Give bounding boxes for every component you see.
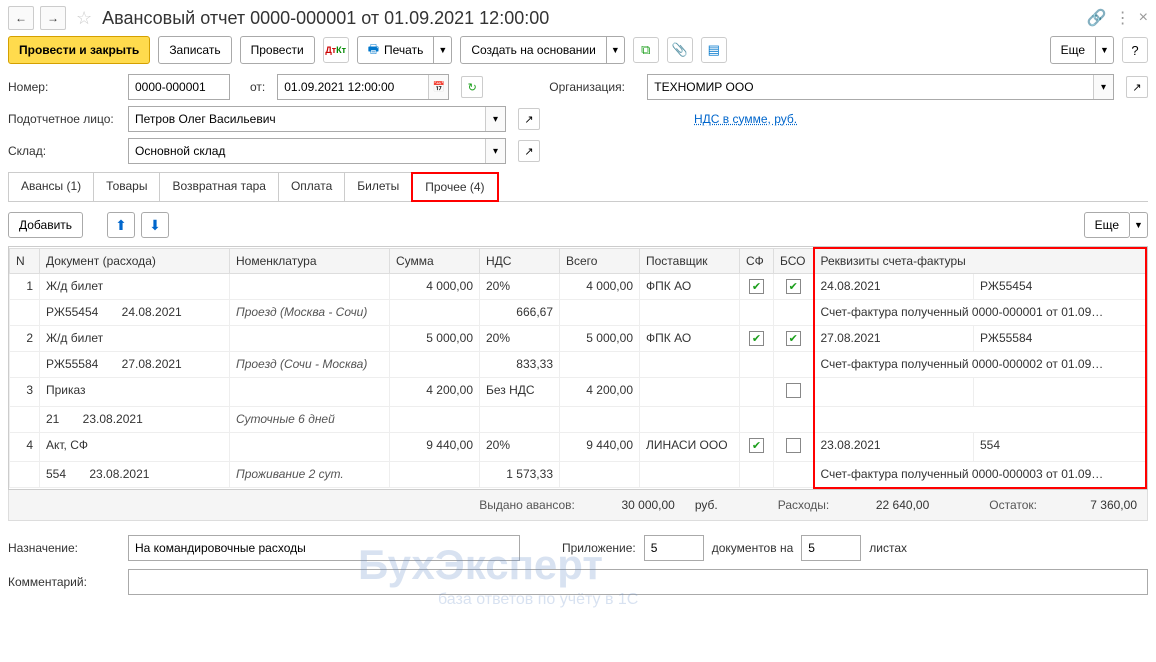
org-open-button[interactable]: ↗ [1126,76,1148,98]
link-icon[interactable]: 🔗 [1087,8,1107,28]
attach-icon-button[interactable]: 📎 [667,37,693,63]
warehouse-input[interactable] [129,139,485,163]
person-label: Подотчетное лицо: [8,112,120,126]
table-row-sub[interactable]: 554 23.08.2021 Проживание 2 сут. 1 573,3… [10,462,1147,488]
sheets-label: листах [869,541,907,555]
org-input[interactable] [648,75,1093,99]
col-total[interactable]: Всего [560,248,640,274]
number-input[interactable] [129,75,229,99]
person-open-button[interactable]: ↗ [518,108,540,130]
close-icon[interactable]: × [1139,9,1148,27]
nds-link[interactable]: НДС в сумме, руб. [694,112,797,126]
favorite-star-icon[interactable]: ☆ [72,8,96,29]
sub-more-dropdown[interactable]: ▼ [1130,212,1148,238]
tab-tickets[interactable]: Билеты [344,172,412,202]
sub-more-button[interactable]: Еще ▼ [1084,212,1148,238]
nav-fwd-button[interactable]: → [40,6,66,30]
org-dropdown-icon[interactable]: ▾ [1093,75,1113,99]
tab-other[interactable]: Прочее (4) [411,172,498,202]
warehouse-open-button[interactable]: ↗ [518,140,540,162]
col-sf[interactable]: СФ [740,248,774,274]
calendar-icon[interactable]: 📅 [428,75,448,99]
col-supplier[interactable]: Поставщик [640,248,740,274]
comment-input[interactable] [129,570,1147,594]
att-sheets-input[interactable] [802,536,860,560]
print-button-combo[interactable]: 🖶 Печать ▼ [357,36,453,64]
att-docs-input[interactable] [645,536,703,560]
save-button[interactable]: Записать [158,36,231,64]
org-label: Организация: [549,80,639,94]
col-sum[interactable]: Сумма [390,248,480,274]
nav-back-button[interactable]: ← [8,6,34,30]
dtk-icon-button[interactable]: ДтКт [323,37,349,63]
table-row-sub[interactable]: РЖ55454 24.08.2021 Проезд (Москва - Сочи… [10,300,1147,326]
table-row-sub[interactable]: РЖ55584 27.08.2021 Проезд (Сочи - Москва… [10,352,1147,378]
col-bso[interactable]: БСО [774,248,814,274]
date-input[interactable] [278,75,428,99]
purpose-label: Назначение: [8,541,120,555]
docs-on-label: документов на [712,541,794,555]
col-nds[interactable]: НДС [480,248,560,274]
toolbar-icon-1[interactable]: ⧉ [633,37,659,63]
toolbar-icon-3[interactable]: ▤ [701,37,727,63]
comment-label: Комментарий: [8,575,120,589]
col-nomen[interactable]: Номенклатура [230,248,390,274]
tabs: Авансы (1) Товары Возвратная тара Оплата… [8,172,1148,202]
create-based-combo[interactable]: Создать на основании ▼ [460,36,625,64]
printer-icon: 🖶 [368,40,379,61]
from-label: от: [250,80,265,94]
purpose-input[interactable] [129,536,519,560]
more-dropdown[interactable]: ▼ [1096,36,1114,64]
attachment-label: Приложение: [562,541,636,555]
tab-goods[interactable]: Товары [93,172,160,202]
more-button-combo[interactable]: Еще ▼ [1050,36,1114,64]
expense-table[interactable]: N Документ (расхода) Номенклатура Сумма … [9,247,1147,489]
col-doc[interactable]: Документ (расхода) [40,248,230,274]
move-up-button[interactable]: ⬆ [107,212,135,238]
post-button[interactable]: Провести [240,36,315,64]
tab-payment[interactable]: Оплата [278,172,345,202]
warehouse-label: Склад: [8,144,120,158]
create-based-dropdown[interactable]: ▼ [607,36,625,64]
person-dropdown-icon[interactable]: ▾ [485,107,505,131]
table-row[interactable]: 4 Акт, СФ 9 440,00 20% 9 440,00 ЛИНАСИ О… [10,433,1147,462]
number-label: Номер: [8,80,120,94]
person-input[interactable] [129,107,485,131]
col-invoice[interactable]: Реквизиты счета-фактуры [814,248,1147,274]
tab-returnable[interactable]: Возвратная тара [159,172,279,202]
date-ext-button[interactable]: ↻ [461,76,483,98]
move-down-button[interactable]: ⬇ [141,212,169,238]
totals-bar: Выдано авансов: 30 000,00 руб. Расходы: … [8,490,1148,521]
table-row[interactable]: 3 Приказ 4 200,00 Без НДС 4 200,00 [10,378,1147,407]
tab-advances[interactable]: Авансы (1) [8,172,94,202]
table-row[interactable]: 2 Ж/д билет 5 000,00 20% 5 000,00 ФПК АО… [10,326,1147,352]
col-n[interactable]: N [10,248,40,274]
help-button[interactable]: ? [1122,37,1148,63]
kebab-icon[interactable]: ⋮ [1115,8,1131,28]
table-row[interactable]: 1 Ж/д билет 4 000,00 20% 4 000,00 ФПК АО… [10,274,1147,300]
warehouse-dropdown-icon[interactable]: ▾ [485,139,505,163]
add-row-button[interactable]: Добавить [8,212,83,238]
table-row-sub[interactable]: 21 23.08.2021 Суточные 6 дней [10,407,1147,433]
page-title: Авансовый отчет 0000-000001 от 01.09.202… [102,8,1081,29]
print-dropdown[interactable]: ▼ [434,36,452,64]
post-and-close-button[interactable]: Провести и закрыть [8,36,150,64]
